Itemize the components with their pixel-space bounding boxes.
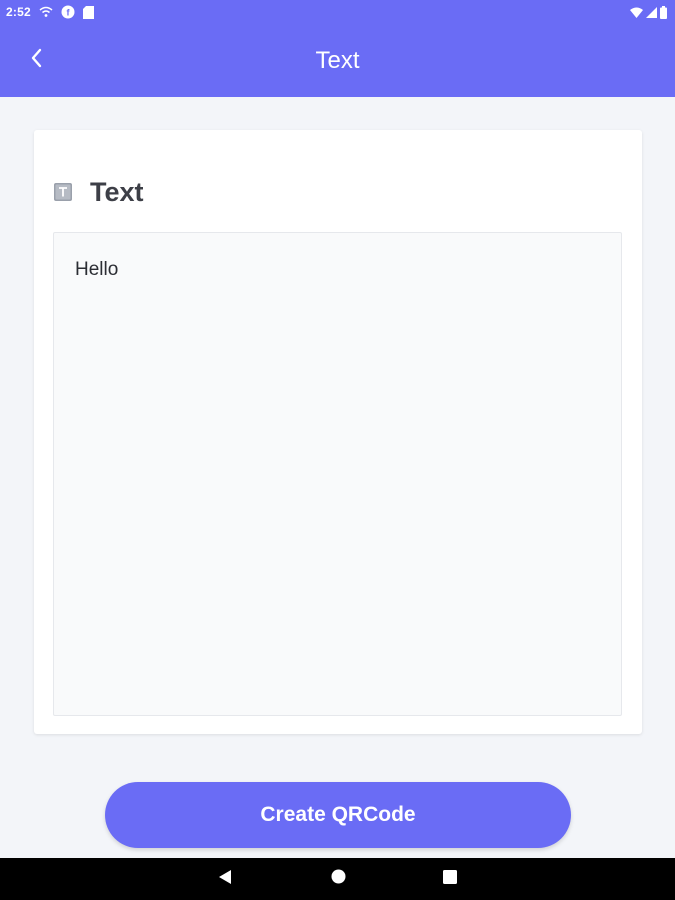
back-button[interactable] [20, 44, 52, 76]
back-triangle-icon [218, 869, 232, 890]
nav-back-button[interactable] [214, 868, 236, 890]
nav-recents-button[interactable] [439, 868, 461, 890]
battery-icon [660, 5, 667, 19]
status-left: 2:52 f [6, 5, 94, 19]
signal-icon [646, 6, 657, 18]
card-header: Text [54, 174, 144, 210]
status-bar: 2:52 f [0, 0, 675, 24]
create-qrcode-button[interactable]: Create QRCode [105, 782, 571, 848]
chevron-left-icon [29, 47, 43, 74]
wifi-icon [630, 7, 643, 18]
create-qrcode-label: Create QRCode [260, 803, 416, 826]
status-right [630, 5, 667, 19]
app-notification-icon: f [61, 5, 75, 19]
sd-card-icon [82, 5, 94, 19]
page-title: Text [315, 46, 360, 74]
status-time: 2:52 [6, 5, 31, 19]
text-input-field[interactable]: Hello [53, 232, 622, 716]
text-input-value: Hello [75, 259, 119, 280]
navigation-bar [0, 858, 675, 900]
card-title: Text [90, 176, 144, 207]
recents-square-icon [443, 869, 457, 889]
home-circle-icon [331, 869, 346, 889]
nav-home-button[interactable] [327, 868, 349, 890]
text-type-icon [54, 183, 72, 201]
text-input-card: Text Hello [34, 130, 642, 734]
wifi-call-icon [39, 6, 53, 18]
app-bar: Text [0, 24, 675, 97]
